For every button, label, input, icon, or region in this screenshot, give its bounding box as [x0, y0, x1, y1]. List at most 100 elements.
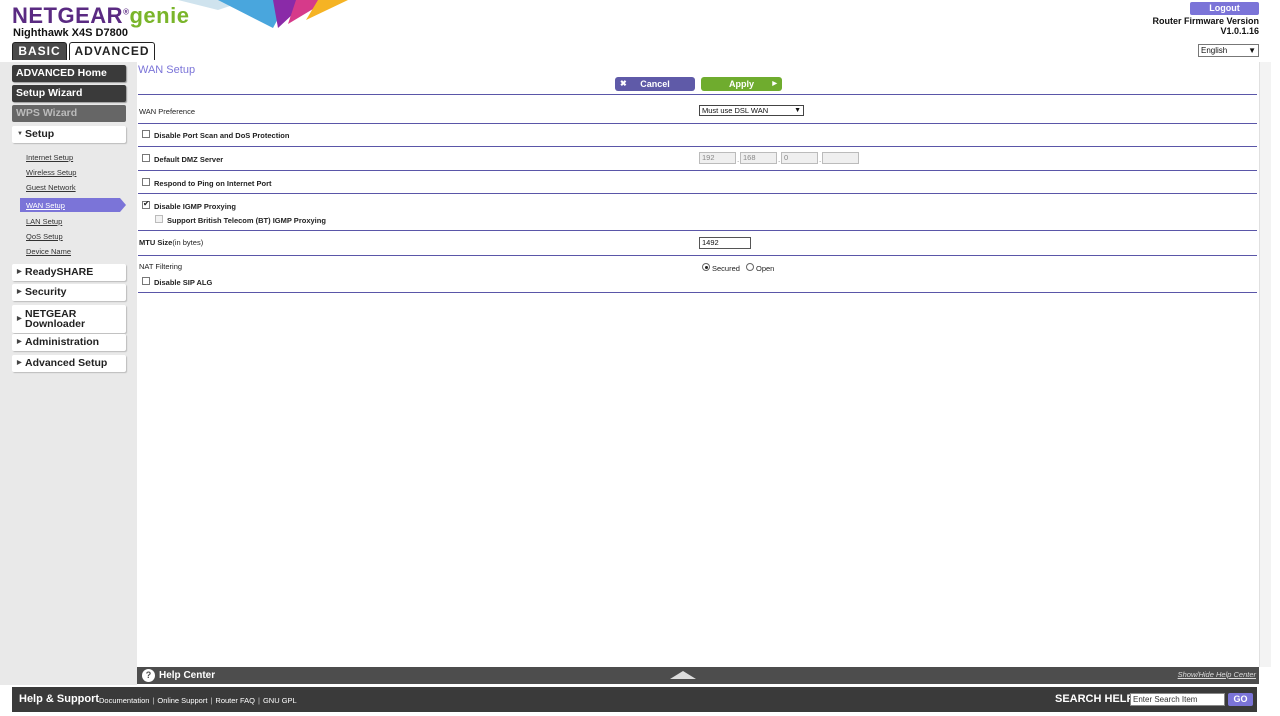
nav-setup-label: Setup	[25, 128, 55, 140]
nat-filtering-label: NAT Filtering	[139, 262, 183, 271]
nav-security-label: Security	[25, 286, 67, 298]
triangle-right-icon: ▶	[17, 289, 22, 295]
tab-basic[interactable]: BASIC	[12, 42, 67, 60]
cancel-button-label: Cancel	[640, 79, 670, 89]
disable-sip-alg-label: Disable SIP ALG	[154, 278, 213, 287]
disable-igmp-label: Disable IGMP Proxying	[154, 202, 236, 211]
dmz-ip-octet-4[interactable]	[822, 152, 859, 164]
wan-preference-label: WAN Preference	[139, 107, 195, 116]
nav-setup-wizard[interactable]: Setup Wizard	[12, 85, 126, 102]
nav-setup[interactable]: ▼ Setup	[12, 126, 126, 143]
help-support-title: Help & Support	[19, 693, 100, 705]
logout-button[interactable]: Logout	[1190, 2, 1259, 15]
dmz-ip-octet-1[interactable]: 192	[699, 152, 736, 164]
nav-advanced-home[interactable]: ADVANCED Home	[12, 65, 126, 82]
sidebar-item-guest-network[interactable]: Guest Network	[26, 183, 76, 192]
dmz-ip-octet-2[interactable]: 168	[740, 152, 777, 164]
triangle-down-icon: ▼	[17, 131, 23, 137]
expand-up-icon[interactable]	[670, 671, 696, 679]
nat-secured-radio[interactable]	[702, 263, 710, 271]
dmz-ip-octet-3[interactable]: 0	[781, 152, 818, 164]
wan-preference-select[interactable]: Must use DSL WAN ▼	[699, 105, 804, 116]
sidebar-item-qos-setup[interactable]: QoS Setup	[26, 232, 63, 241]
bt-igmp-label: Support British Telecom (BT) IGMP Proxyi…	[167, 216, 326, 225]
header: NETGEAR®genie Nighthawk X4S D7800 BASIC …	[0, 0, 1280, 62]
close-icon: ✖	[620, 79, 627, 88]
sidebar-item-device-name[interactable]: Device Name	[26, 247, 71, 256]
radio-selected-dot	[704, 265, 708, 269]
mtu-unit: (in bytes)	[172, 238, 204, 247]
help-question-icon: ?	[142, 669, 155, 682]
nav-downloader-label-2: Downloader	[25, 318, 86, 330]
nav-administration-label: Administration	[25, 336, 100, 348]
show-hide-help-link[interactable]: Show/Hide Help Center	[1178, 670, 1256, 679]
footer-link-gnu-gpl[interactable]: GNU GPL	[263, 696, 297, 705]
nat-open-radio[interactable]	[746, 263, 754, 271]
bt-igmp-checkbox[interactable]	[155, 215, 163, 223]
brand-netgear: NETGEAR	[12, 3, 124, 28]
search-go-button[interactable]: GO	[1228, 693, 1253, 706]
disable-port-scan-label: Disable Port Scan and DoS Protection	[154, 131, 290, 140]
chevron-down-icon: ▼	[1248, 46, 1256, 55]
arrow-right-icon: ▶	[772, 81, 777, 87]
nav-advanced-setup[interactable]: ▶ Advanced Setup	[12, 355, 126, 372]
divider	[138, 123, 1257, 124]
divider	[138, 146, 1257, 147]
language-value: English	[1201, 46, 1228, 55]
netgear-genie-logo: NETGEAR®genie	[12, 3, 189, 29]
scrollbar[interactable]	[1259, 62, 1271, 667]
ip-dot: .	[737, 155, 740, 164]
nav-readyshare-label: ReadySHARE	[25, 266, 94, 278]
ip-dot: .	[778, 155, 781, 164]
mtu-input[interactable]: 1492	[699, 237, 751, 249]
nav-wps-wizard[interactable]: WPS Wizard	[12, 105, 126, 122]
default-dmz-checkbox[interactable]	[142, 154, 150, 162]
main-content: WAN Setup ✖ Cancel Apply ▶ WAN Preferenc…	[137, 62, 1259, 667]
divider	[138, 230, 1257, 231]
firmware-label: Router Firmware Version	[1152, 16, 1259, 26]
search-help-label: SEARCH HELP	[1055, 693, 1134, 705]
wan-preference-value: Must use DSL WAN	[702, 106, 769, 115]
apply-button[interactable]: Apply ▶	[701, 77, 782, 91]
respond-ping-checkbox[interactable]	[142, 178, 150, 186]
help-center-bar: ? Help Center Show/Hide Help Center	[137, 667, 1259, 684]
disable-sip-alg-checkbox[interactable]	[142, 277, 150, 285]
chevron-down-icon: ▼	[794, 107, 801, 114]
disable-port-scan-checkbox[interactable]	[142, 130, 150, 138]
apply-button-label: Apply	[728, 79, 754, 89]
triangle-right-icon: ▶	[17, 360, 22, 366]
divider	[138, 94, 1257, 95]
divider	[138, 255, 1257, 256]
cancel-button[interactable]: ✖ Cancel	[615, 77, 695, 91]
firmware-version: V1.0.1.16	[1220, 26, 1259, 36]
sidebar-item-wan-setup[interactable]: WAN Setup	[20, 198, 126, 212]
default-dmz-label: Default DMZ Server	[154, 155, 224, 164]
link-separator: |	[210, 696, 213, 705]
footer-link-router-faq[interactable]: Router FAQ	[215, 696, 255, 705]
sidebar-item-wireless-setup[interactable]: Wireless Setup	[26, 168, 76, 177]
footer-link-documentation[interactable]: Documentation	[99, 696, 149, 705]
tab-advanced[interactable]: ADVANCED	[69, 42, 155, 60]
link-separator: |	[152, 696, 155, 705]
nav-netgear-downloader[interactable]: ▶ NETGEAR Downloader	[12, 305, 126, 333]
nav-advanced-setup-label: Advanced Setup	[25, 357, 108, 369]
help-center-label: Help Center	[159, 670, 216, 681]
footer: Help & Support Documentation | Online Supp…	[12, 687, 1257, 712]
nat-secured-label: Secured	[712, 264, 740, 273]
nav-administration[interactable]: ▶ Administration	[12, 334, 126, 351]
triangle-right-icon: ▶	[17, 339, 22, 345]
language-select[interactable]: English ▼	[1198, 44, 1259, 57]
footer-link-online-support[interactable]: Online Support	[157, 696, 207, 705]
search-help-input[interactable]: Enter Search Item	[1130, 693, 1225, 706]
link-separator: |	[258, 696, 260, 705]
nav-security[interactable]: ▶ Security	[12, 284, 126, 301]
router-model: Nighthawk X4S D7800	[13, 27, 128, 39]
sidebar-item-internet-setup[interactable]: Internet Setup	[26, 153, 73, 162]
sidebar-item-lan-setup[interactable]: LAN Setup	[26, 217, 62, 226]
footer-links: Documentation | Online Support | Router FAQ |…	[99, 696, 297, 705]
ip-dot: .	[819, 155, 822, 164]
mtu-label-text: MTU Size	[139, 238, 173, 247]
nat-open-label: Open	[756, 264, 775, 273]
disable-igmp-checkbox[interactable]: ✔	[142, 199, 150, 209]
nav-readyshare[interactable]: ▶ ReadySHARE	[12, 264, 126, 281]
